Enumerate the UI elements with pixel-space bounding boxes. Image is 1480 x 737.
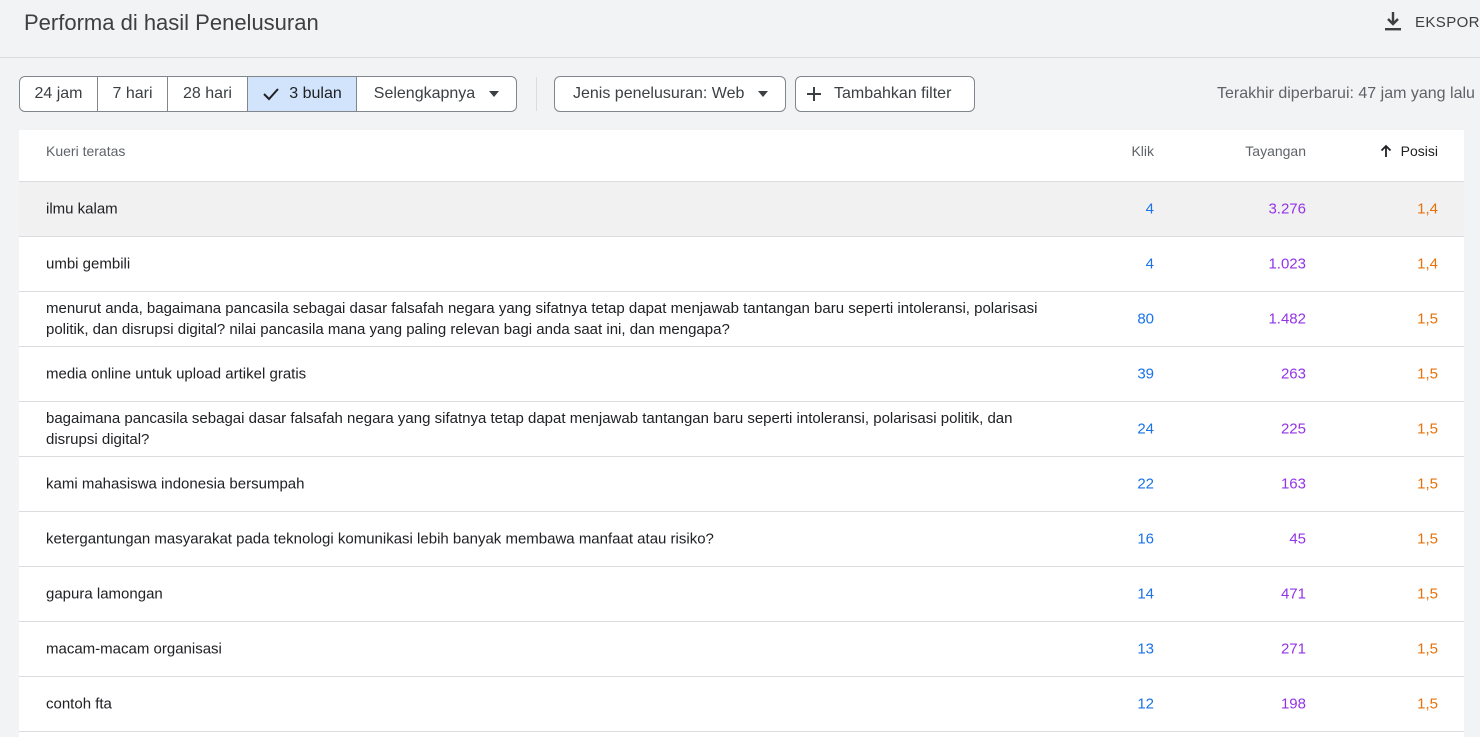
impressions-cell: 198	[1280, 695, 1306, 713]
column-header-position[interactable]: Posisi	[1380, 143, 1438, 159]
filter-divider	[536, 77, 537, 111]
table-row[interactable]: bagaimana pancasila sebagai dasar falsaf…	[19, 402, 1464, 457]
query-cell: media online untuk upload artikel gratis	[46, 365, 307, 383]
query-cell: kami mahasiswa indonesia bersumpah	[46, 475, 305, 493]
clicks-cell: 12	[1137, 695, 1154, 713]
page-title: Performa di hasil Penelusuran	[24, 10, 319, 35]
clicks-cell: 24	[1137, 420, 1154, 438]
position-cell: 1,5	[1417, 475, 1438, 493]
clicks-cell: 80	[1137, 310, 1154, 328]
query-cell: ilmu kalam	[46, 200, 118, 218]
clicks-cell: 39	[1137, 365, 1154, 383]
table-row[interactable]: ketergantungan masyarakat pada teknologi…	[19, 512, 1464, 567]
clicks-cell: 22	[1137, 475, 1154, 493]
last-updated-text: Terakhir diperbarui: 47 jam yang lalu	[1217, 85, 1475, 102]
impressions-cell: 225	[1280, 420, 1306, 438]
add-filter-label: Tambahkan filter	[834, 85, 952, 102]
check-icon	[263, 88, 279, 101]
table-row[interactable]: ilmu kalam 4 3.276 1,4	[19, 182, 1464, 237]
search-type-label: Jenis penelusuran: Web	[573, 85, 745, 102]
impressions-cell: 271	[1280, 640, 1306, 658]
impressions-cell: 471	[1280, 585, 1306, 603]
impressions-cell: 163	[1280, 475, 1306, 493]
position-cell: 1,5	[1417, 640, 1438, 658]
table-row[interactable]: macam-macam organisasi 13 271 1,5	[19, 622, 1464, 677]
query-cell: contoh fta	[46, 695, 112, 713]
query-cell: bagaimana pancasila sebagai dasar falsaf…	[46, 410, 1013, 448]
position-cell: 1,5	[1417, 365, 1438, 383]
table-row[interactable]: umbi gembili 4 1.023 1,4	[19, 237, 1464, 292]
clicks-cell: 4	[1145, 255, 1154, 273]
table-row[interactable]: menurut anda, bagaimana pancasila sebaga…	[19, 292, 1464, 347]
impressions-cell: 45	[1289, 530, 1306, 548]
export-button[interactable]: EKSPOR	[1383, 9, 1480, 35]
sort-arrow-up-icon	[1380, 144, 1391, 157]
plus-icon	[807, 87, 821, 101]
clicks-cell: 13	[1137, 640, 1154, 658]
impressions-cell: 1.482	[1268, 310, 1306, 328]
export-label: EKSPOR	[1415, 13, 1480, 31]
caret-down-icon	[489, 91, 500, 97]
query-cell: menurut anda, bagaimana pancasila sebaga…	[46, 300, 1038, 338]
date-range-more-dropdown[interactable]: Selengkapnya	[357, 77, 516, 111]
table-header: Kueri teratas Klik Tayangan Posisi	[19, 130, 1464, 182]
column-header-position-label: Posisi	[1400, 143, 1438, 159]
date-range-3m[interactable]: 3 bulan	[248, 77, 357, 111]
impressions-cell: 263	[1280, 365, 1306, 383]
position-cell: 1,5	[1417, 585, 1438, 603]
date-range-28d[interactable]: 28 hari	[168, 77, 248, 111]
position-cell: 1,4	[1417, 200, 1438, 218]
date-range-label: 7 hari	[112, 85, 153, 102]
date-range-label: 24 jam	[34, 85, 83, 102]
position-cell: 1,5	[1417, 530, 1438, 548]
query-cell: umbi gembili	[46, 255, 131, 273]
caret-down-icon	[758, 91, 769, 97]
column-header-clicks[interactable]: Klik	[1131, 143, 1154, 159]
clicks-cell: 14	[1137, 585, 1154, 603]
table-row[interactable]: media online untuk upload artikel gratis…	[19, 347, 1464, 402]
search-performance-page: Performa di hasil Penelusuran EKSPOR 24 …	[0, 0, 1480, 737]
query-cell: gapura lamongan	[46, 585, 163, 603]
table-row[interactable]: contoh fta 12 198 1,5	[19, 677, 1464, 732]
position-cell: 1,5	[1417, 420, 1438, 438]
table-row[interactable]: kami mahasiswa indonesia bersumpah 22 163 1…	[19, 457, 1464, 512]
impressions-cell: 3.276	[1268, 200, 1306, 218]
column-header-impressions[interactable]: Tayangan	[1245, 143, 1306, 159]
date-range-7d[interactable]: 7 hari	[98, 77, 168, 111]
page-header: Performa di hasil Penelusuran EKSPOR	[0, 0, 1480, 58]
date-range-label: 3 bulan	[289, 85, 342, 102]
position-cell: 1,5	[1417, 695, 1438, 713]
clicks-cell: 16	[1137, 530, 1154, 548]
date-range-selector: 24 jam 7 hari 28 hari 3 bulan Selengkapn…	[19, 76, 517, 112]
position-cell: 1,4	[1417, 255, 1438, 273]
add-filter-button[interactable]: Tambahkan filter	[795, 76, 975, 112]
impressions-cell: 1.023	[1268, 255, 1306, 273]
date-range-label: Selengkapnya	[373, 85, 476, 102]
query-cell: macam-macam organisasi	[46, 640, 222, 658]
column-header-query[interactable]: Kueri teratas	[46, 143, 125, 159]
date-range-label: 28 hari	[183, 85, 232, 102]
position-cell: 1,5	[1417, 310, 1438, 328]
queries-table: Kueri teratas Klik Tayangan Posisi ilmu …	[19, 130, 1464, 737]
query-cell: ketergantungan masyarakat pada teknologi…	[46, 530, 714, 548]
search-type-dropdown[interactable]: Jenis penelusuran: Web	[554, 76, 786, 112]
table-row[interactable]: gapura lamongan 14 471 1,5	[19, 567, 1464, 622]
date-range-24h[interactable]: 24 jam	[20, 77, 98, 111]
table-body: ilmu kalam 4 3.276 1,4 umbi gembili 4 1.023 1,4…	[19, 182, 1464, 732]
clicks-cell: 4	[1145, 200, 1154, 218]
download-icon	[1385, 12, 1401, 31]
